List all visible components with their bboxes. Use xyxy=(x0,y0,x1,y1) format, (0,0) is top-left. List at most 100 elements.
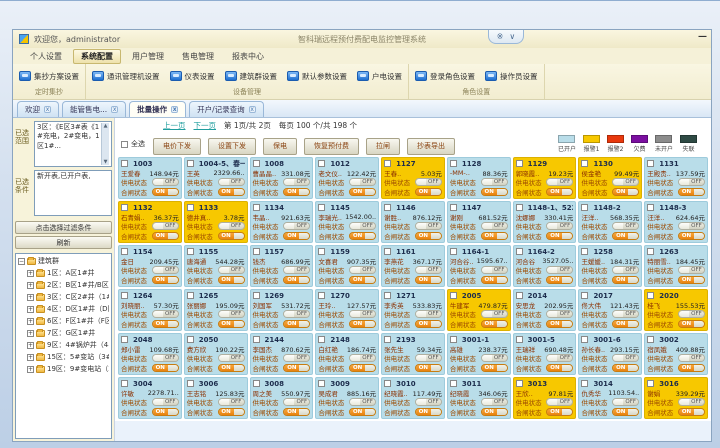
breaker-toggle[interactable]: ON xyxy=(349,408,376,416)
supply-toggle[interactable]: OFF xyxy=(546,398,573,406)
supply-toggle[interactable]: OFF xyxy=(283,222,310,230)
tree-root[interactable]: −建筑群 xyxy=(18,256,109,266)
supply-toggle[interactable]: OFF xyxy=(349,310,376,318)
tab-item[interactable]: 开户/记录查询x xyxy=(189,101,264,117)
card-checkbox[interactable] xyxy=(121,160,128,167)
card-checkbox[interactable] xyxy=(318,380,325,387)
supply-toggle[interactable]: OFF xyxy=(218,178,245,186)
supply-toggle[interactable]: OFF xyxy=(678,398,705,406)
card-checkbox[interactable] xyxy=(581,160,588,167)
supply-toggle[interactable]: OFF xyxy=(612,310,639,318)
menu-item[interactable]: 用户管理 xyxy=(125,50,171,63)
card-checkbox[interactable] xyxy=(253,380,260,387)
meter-card[interactable]: 2193张先生59.34元供电状态OFF合闸状态ON xyxy=(381,333,445,375)
breaker-toggle[interactable]: ON xyxy=(218,364,245,372)
ribbon-button[interactable]: 仪表设置 xyxy=(170,71,215,82)
supply-toggle[interactable]: OFF xyxy=(481,310,508,318)
supply-toggle[interactable]: OFF xyxy=(283,310,310,318)
card-checkbox[interactable] xyxy=(647,380,654,387)
card-checkbox[interactable] xyxy=(647,336,654,343)
breaker-toggle[interactable]: ON xyxy=(678,408,705,416)
select-all[interactable]: 全选 xyxy=(121,139,145,149)
breaker-toggle[interactable]: ON xyxy=(415,276,442,284)
meter-card[interactable]: 3013王欣..97.81元供电状态OFF合闸状态ON xyxy=(513,377,577,419)
prev-page-link[interactable]: 上一页 xyxy=(163,120,186,131)
card-checkbox[interactable] xyxy=(647,204,654,211)
meter-card[interactable]: 3011纪晓霞346.06元供电状态OFF合闸状态ON xyxy=(447,377,511,419)
supply-toggle[interactable]: OFF xyxy=(152,178,179,186)
supply-toggle[interactable]: OFF xyxy=(152,398,179,406)
meter-card[interactable]: 1130侯金艳99.49元供电状态OFF合闸状态ON xyxy=(578,157,642,199)
card-checkbox[interactable] xyxy=(450,204,457,211)
breaker-toggle[interactable]: ON xyxy=(349,364,376,372)
supply-toggle[interactable]: OFF xyxy=(415,266,442,274)
card-checkbox[interactable] xyxy=(450,292,457,299)
breaker-toggle[interactable]: ON xyxy=(546,364,573,372)
card-checkbox[interactable] xyxy=(187,292,194,299)
ribbon-button[interactable]: 建筑群设置 xyxy=(225,71,278,82)
tree-item[interactable]: +3区：C区2#井（1#食 xyxy=(18,292,109,302)
card-checkbox[interactable] xyxy=(647,292,654,299)
tree-item[interactable]: +7区：G区1#井 xyxy=(18,328,109,338)
chevron-down-icon[interactable]: ∨ xyxy=(509,32,515,41)
meter-card[interactable]: 3004许敏2278.71..供电状态OFF合闸状态ON xyxy=(118,377,182,419)
breaker-toggle[interactable]: ON xyxy=(218,276,245,284)
tree-item[interactable]: +19区：9#变电站（2# xyxy=(18,364,109,374)
meter-card[interactable]: 1127王春..5.03元供电状态OFF合闸状态ON xyxy=(381,157,445,199)
supply-toggle[interactable]: OFF xyxy=(481,178,508,186)
meter-card[interactable]: 3006王志铭125.83元供电状态OFF合闸状态ON xyxy=(184,377,248,419)
meter-card[interactable]: 1145李瑞光..1542.00..供电状态OFF合闸状态ON xyxy=(315,201,379,243)
card-checkbox[interactable] xyxy=(384,292,391,299)
meter-card[interactable]: 1271李秀英533.83元供电状态OFF合闸状态ON xyxy=(381,289,445,331)
supply-toggle[interactable]: OFF xyxy=(152,354,179,362)
breaker-toggle[interactable]: ON xyxy=(152,408,179,416)
action-button[interactable]: 恢复预付费 xyxy=(304,138,359,155)
card-checkbox[interactable] xyxy=(187,204,194,211)
card-checkbox[interactable] xyxy=(318,160,325,167)
breaker-toggle[interactable]: ON xyxy=(612,188,639,196)
supply-toggle[interactable]: OFF xyxy=(546,310,573,318)
card-checkbox[interactable] xyxy=(516,380,523,387)
window-controls[interactable]: ※ ∨ xyxy=(488,30,525,44)
expand-expander-icon[interactable]: + xyxy=(27,354,34,361)
scroll-up-icon[interactable]: ▲ xyxy=(104,123,108,129)
supply-toggle[interactable]: OFF xyxy=(152,222,179,230)
meter-card[interactable]: 1129郭晓霞..19.23元供电状态OFF合闸状态ON xyxy=(513,157,577,199)
pin-icon[interactable]: ※ xyxy=(497,32,504,41)
meter-card[interactable]: 2020桂飞155.53元供电状态OFF合闸状态ON xyxy=(644,289,708,331)
breaker-toggle[interactable]: ON xyxy=(152,232,179,240)
supply-toggle[interactable]: OFF xyxy=(678,310,705,318)
meter-card[interactable]: 1128-MM-..88.36元供电状态OFF合闸状态ON xyxy=(447,157,511,199)
ribbon-button[interactable]: 登录角色设置 xyxy=(415,71,475,82)
supply-toggle[interactable]: OFF xyxy=(218,266,245,274)
breaker-toggle[interactable]: ON xyxy=(415,188,442,196)
tab-item[interactable]: 欢迎x xyxy=(17,101,59,117)
meter-card[interactable]: 1161李燕花367.17元供电状态OFF合闸状态ON xyxy=(381,245,445,287)
meter-card[interactable]: 2014安思龙202.95元供电状态OFF合闸状态ON xyxy=(513,289,577,331)
card-checkbox[interactable] xyxy=(384,160,391,167)
meter-card[interactable]: 1004-5、春一王英2329.66..供电状态OFF合闸状态ON xyxy=(184,157,248,199)
card-checkbox[interactable] xyxy=(318,204,325,211)
meter-card[interactable]: 3008周之美550.97元供电状态OFF合闸状态ON xyxy=(250,377,314,419)
meter-card[interactable]: 3016谢娟339.29元供电状态OFF合闸状态ON xyxy=(644,377,708,419)
card-checkbox[interactable] xyxy=(253,204,260,211)
meter-card[interactable]: 3001-6孙长春..293.15元供电状态OFF合闸状态ON xyxy=(578,333,642,375)
meter-card[interactable]: 2050费方欣190.22元供电状态OFF合闸状态ON xyxy=(184,333,248,375)
expand-expander-icon[interactable]: + xyxy=(27,306,34,313)
breaker-toggle[interactable]: ON xyxy=(152,188,179,196)
card-checkbox[interactable] xyxy=(516,248,523,255)
card-checkbox[interactable] xyxy=(450,336,457,343)
action-button[interactable]: 拉闸 xyxy=(366,138,400,155)
supply-toggle[interactable]: OFF xyxy=(415,354,442,362)
supply-toggle[interactable]: OFF xyxy=(415,222,442,230)
meter-card[interactable]: 1159文喜君907.35元供电状态OFF合闸状态ON xyxy=(315,245,379,287)
supply-toggle[interactable]: OFF xyxy=(546,354,573,362)
tree-item[interactable]: +2区：B区1#井/B区1# xyxy=(18,280,109,290)
card-checkbox[interactable] xyxy=(450,160,457,167)
minimize-icon[interactable]: — xyxy=(698,32,707,42)
action-button[interactable]: 电价下发 xyxy=(153,138,201,155)
refresh-button[interactable]: 刷新 xyxy=(15,236,112,249)
card-checkbox[interactable] xyxy=(384,336,391,343)
card-checkbox[interactable] xyxy=(647,248,654,255)
supply-toggle[interactable]: OFF xyxy=(481,266,508,274)
